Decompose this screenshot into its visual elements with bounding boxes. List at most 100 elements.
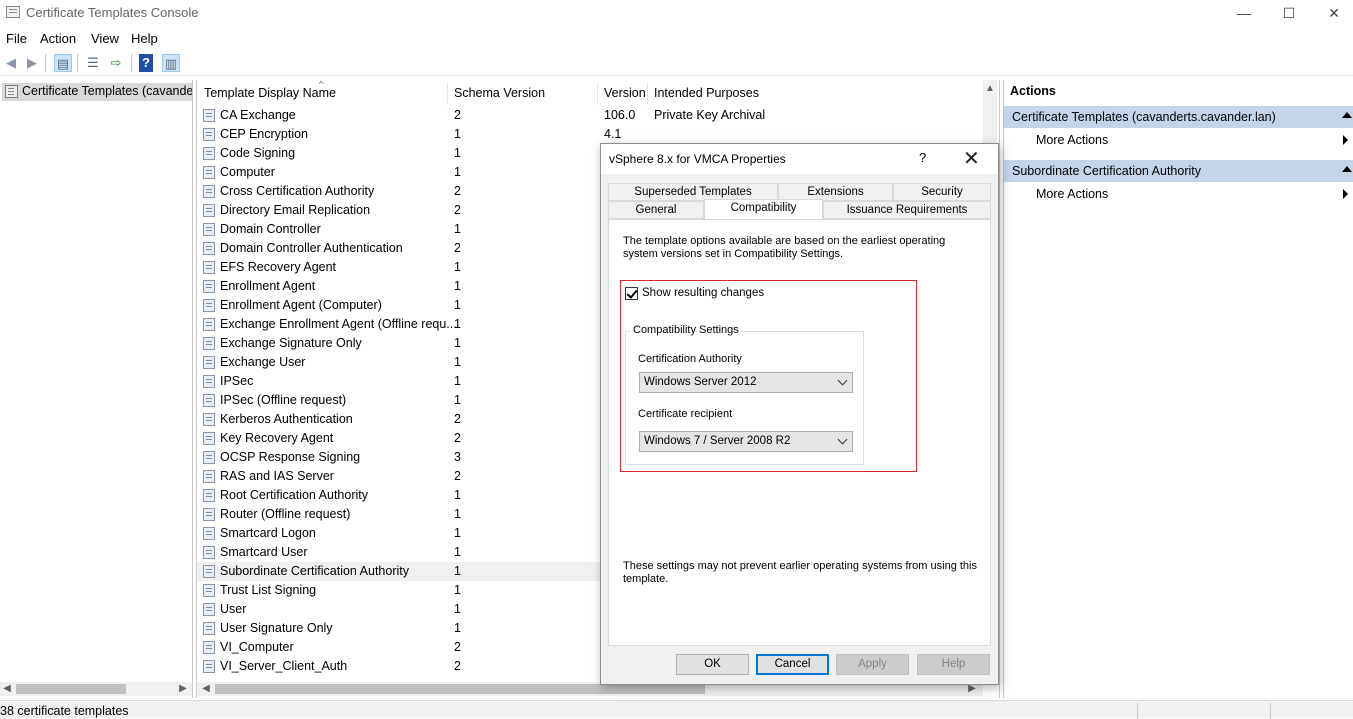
actions-header: Actions	[1010, 84, 1056, 98]
certificate-template-icon	[203, 546, 215, 559]
show-hide-tree-icon[interactable]: ▤	[54, 54, 72, 72]
status-separator	[1137, 703, 1138, 719]
table-row[interactable]: CA Exchange 2 106.0 Private Key Archival	[197, 106, 985, 125]
schema-version-cell: 1	[454, 355, 461, 369]
column-header-version[interactable]: Version	[604, 86, 646, 100]
more-actions-item[interactable]: More Actions	[1004, 130, 1353, 150]
schema-version-cell: 2	[454, 108, 461, 122]
close-button[interactable]: ✕	[1311, 0, 1353, 26]
certificate-template-icon	[203, 299, 215, 312]
template-name-cell: IPSec	[220, 374, 254, 388]
schema-version-cell: 1	[454, 621, 461, 635]
scroll-left-icon[interactable]: ◀	[199, 682, 213, 696]
toolbar: ◀ ▶ ▤ ☰ ⇨ ? ▥	[0, 50, 1353, 76]
menu-file[interactable]: File	[6, 31, 27, 46]
list-header: Template Display Name ^ Schema Version V…	[197, 79, 985, 107]
footer-note: These settings may not prevent earlier o…	[623, 560, 977, 585]
version-cell: 106.0	[604, 108, 636, 122]
certificate-template-icon	[203, 204, 215, 217]
template-name-cell: VI_Computer	[220, 640, 294, 654]
column-separator[interactable]	[447, 83, 448, 105]
scroll-up-icon[interactable]: ▲	[983, 82, 997, 96]
tree-pane: Certificate Templates (cavanderts.cavand…	[0, 80, 193, 698]
scroll-thumb[interactable]	[215, 684, 705, 694]
schema-version-cell: 2	[454, 241, 461, 255]
menu-view[interactable]: View	[91, 31, 119, 46]
menu-help[interactable]: Help	[131, 31, 158, 46]
template-name-cell: Code Signing	[220, 146, 296, 160]
schema-version-cell: 1	[454, 127, 461, 141]
more-actions-item[interactable]: More Actions	[1004, 184, 1353, 204]
scroll-thumb[interactable]	[16, 684, 126, 694]
schema-version-cell: 1	[454, 374, 461, 388]
template-name-cell: VI_Server_Client_Auth	[220, 659, 348, 673]
schema-version-cell: 2	[454, 640, 461, 654]
tab-general[interactable]: General	[608, 201, 704, 219]
schema-version-cell: 1	[454, 507, 461, 521]
column-header-purposes[interactable]: Intended Purposes	[654, 86, 759, 100]
template-name-cell: OCSP Response Signing	[220, 450, 361, 464]
scroll-left-icon[interactable]: ◀	[0, 682, 14, 696]
dialog-help-button[interactable]: ?	[919, 150, 926, 165]
ok-button[interactable]: OK	[676, 654, 749, 675]
recipient-select[interactable]: Windows 7 / Server 2008 R2	[639, 431, 853, 452]
template-name-cell: Exchange User	[220, 355, 306, 369]
certificate-template-icon	[203, 375, 215, 388]
table-row[interactable]: CEP Encryption 1 4.1	[197, 125, 985, 144]
certificate-template-icon	[203, 413, 215, 426]
status-text: 38 certificate templates	[0, 704, 129, 718]
certificate-template-icon	[203, 394, 215, 407]
ca-select[interactable]: Windows Server 2012	[639, 372, 853, 393]
template-name-cell: EFS Recovery Agent	[220, 260, 337, 274]
column-separator[interactable]	[647, 83, 648, 105]
maximize-button[interactable]: ☐	[1266, 0, 1312, 26]
dialog-close-button[interactable]: ✕	[963, 146, 980, 171]
help-icon[interactable]: ?	[139, 54, 153, 72]
column-header-name[interactable]: Template Display Name	[204, 86, 336, 100]
toolbar-separator	[77, 54, 78, 72]
export-list-icon[interactable]: ⇨	[107, 54, 125, 72]
version-cell: 4.1	[604, 127, 622, 141]
minimize-button[interactable]: —	[1221, 0, 1267, 26]
ca-select-value: Windows Server 2012	[644, 376, 757, 388]
actions-section-subordinate-ca[interactable]: Subordinate Certification Authority	[1004, 160, 1353, 182]
actions-section-certificate-templates[interactable]: Certificate Templates (cavanderts.cavand…	[1004, 106, 1353, 128]
column-separator[interactable]	[597, 83, 598, 105]
actions-section-label: Certificate Templates (cavanderts.cavand…	[1012, 110, 1276, 124]
tab-security[interactable]: Security	[893, 183, 991, 201]
dialog-title-bar: vSphere 8.x for VMCA Properties ? ✕	[601, 144, 998, 174]
collapse-icon[interactable]	[1342, 112, 1352, 118]
submenu-arrow-icon	[1343, 135, 1348, 145]
tab-issuance-requirements[interactable]: Issuance Requirements	[823, 201, 991, 219]
schema-version-cell: 1	[454, 146, 461, 160]
apply-button[interactable]: Apply	[836, 654, 909, 675]
scroll-right-icon[interactable]: ▶	[176, 682, 190, 696]
intended-purposes-cell: Private Key Archival	[654, 108, 766, 122]
menu-action[interactable]: Action	[40, 31, 76, 46]
certificate-template-icon	[203, 337, 215, 350]
tab-compatibility[interactable]: Compatibility	[704, 199, 823, 219]
column-header-schema[interactable]: Schema Version	[454, 86, 545, 100]
forward-icon[interactable]: ▶	[23, 54, 41, 72]
tree-root-item[interactable]: Certificate Templates (cavanderts.cavand…	[2, 83, 192, 101]
template-name-cell: Subordinate Certification Authority	[220, 564, 409, 578]
help-button[interactable]: Help	[917, 654, 990, 675]
show-changes-checkbox[interactable]	[625, 287, 638, 300]
back-icon[interactable]: ◀	[2, 54, 20, 72]
app-icon	[6, 6, 20, 18]
certificate-template-icon	[203, 489, 215, 502]
template-name-cell: Trust List Signing	[220, 583, 317, 597]
more-actions-label: More Actions	[1036, 133, 1109, 147]
properties-icon[interactable]: ☰	[84, 54, 102, 72]
template-name-cell: Cross Certification Authority	[220, 184, 375, 198]
certificate-template-icon	[203, 185, 215, 198]
collapse-icon[interactable]	[1342, 166, 1352, 172]
schema-version-cell: 1	[454, 393, 461, 407]
cancel-button[interactable]: Cancel	[756, 654, 829, 675]
tree-horizontal-scrollbar[interactable]: ◀ ▶	[0, 682, 192, 696]
template-name-cell: User Signature Only	[220, 621, 333, 635]
sort-ascending-icon: ^	[319, 79, 324, 89]
schema-version-cell: 1	[454, 317, 461, 331]
schema-version-cell: 1	[454, 545, 461, 559]
show-hide-action-pane-icon[interactable]: ▥	[162, 54, 180, 72]
